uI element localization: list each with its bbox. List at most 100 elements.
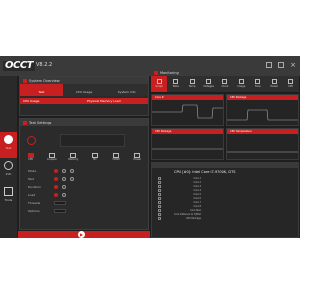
tab-label: Voltages [203,85,214,88]
app-logo: OCCT [3,60,35,71]
tab-table[interactable]: Table [167,76,183,92]
app-version: V8.2.2 [36,62,53,68]
thermometer-icon [189,79,195,84]
row-checkbox[interactable] [158,188,161,192]
metric-cpu-usage: CPU Usage [23,99,40,103]
row-label: Core 2 [193,180,201,184]
table-icon [173,79,179,84]
row-checkbox[interactable] [158,204,161,208]
graph-title: CPU Package [155,130,172,133]
flame-icon [4,135,13,144]
row-label: Core 3 [193,184,201,188]
tab-label: Power [270,85,279,88]
close-icon[interactable]: × [290,62,296,69]
row-checkbox[interactable] [158,176,161,180]
form-row: Duration [28,185,66,189]
sidebar-item-test[interactable]: Test [0,132,17,158]
clock-icon [222,79,228,84]
row-label: Core Max [190,208,201,212]
radio[interactable] [62,193,66,197]
form-label: Duration [28,185,42,189]
tab-power[interactable]: Power [266,76,282,92]
graph-title: CPU Temperature [230,130,252,133]
form-row: Options [28,209,66,213]
minimize-icon[interactable] [266,62,272,68]
test-preview[interactable] [60,134,125,147]
maximize-icon[interactable] [278,62,284,68]
panel-title: Monitoring [160,70,179,75]
tab-system-info[interactable]: System Info [105,84,149,96]
tool-3d[interactable]: 3D [89,153,101,161]
radio[interactable] [62,185,66,189]
radio[interactable] [62,169,66,173]
options-input[interactable] [54,209,66,213]
tab-label: CPU [288,85,294,88]
sensor-table: CPU [#0]: Intel Core i7-9700K, DTS Core … [151,162,299,238]
graph-1: Core # [151,94,224,126]
info-icon [4,161,13,170]
tool-vram[interactable]: VRAM [110,153,122,161]
tool-label: Linpack [47,158,57,161]
row-checkbox[interactable] [158,212,161,216]
flame-icon [27,136,36,145]
radio[interactable] [54,169,58,173]
row-checkbox[interactable] [158,180,161,184]
tool-label: CPU [28,158,34,161]
sidebar-item-info[interactable]: Info [0,158,17,184]
form-row: Threads [28,201,66,205]
graph-title: CPU Package [230,96,247,99]
row-checkbox[interactable] [158,184,161,188]
graph-plot [152,104,223,119]
start-test-button[interactable]: ▶ [18,231,150,238]
tool-label: Memory [68,158,79,161]
row-label: Core 4 [193,188,201,192]
tool-linpack[interactable]: Linpack [46,153,58,161]
radio[interactable] [54,185,58,189]
test-settings-panel: Test Settings CPU Linpack Memory 3D VRAM… [19,118,149,230]
monitor-tabs: Graph Table Temp Voltages Clock Usage Fa… [151,76,299,92]
radio[interactable] [70,177,74,181]
tool-label: Power [133,158,142,161]
row-checkbox[interactable] [158,216,161,220]
row-checkbox[interactable] [158,196,161,200]
metric-memory: Physical Memory Load [87,99,121,103]
radio[interactable] [70,169,74,173]
tab-label: Graph [155,85,164,88]
tool-power[interactable]: Power [131,153,143,161]
tab-graph[interactable]: Graph [151,76,168,92]
tab-cpu-usage[interactable]: CPU Usage [62,84,106,96]
form-label: Mode [28,169,37,173]
tool-cpu[interactable]: CPU [25,153,37,161]
tab-label: Temp [188,85,196,88]
sidebar-item-tools[interactable]: Tools [0,184,17,210]
row-checkbox[interactable] [158,208,161,212]
tab-clock[interactable]: Clock [217,76,233,92]
row-checkbox[interactable] [158,200,161,204]
threads-input[interactable] [54,201,66,205]
usage-icon [238,79,244,84]
tab-temp[interactable]: Temp [184,76,200,92]
occt-window: OCCT V8.2.2 × Test Info Tools System Ove… [0,56,300,238]
voltage-icon [206,79,212,84]
graph-plot [227,109,298,121]
radio[interactable] [54,177,58,181]
radio[interactable] [62,177,66,181]
tool-label: VRAM [112,158,120,161]
tool-label: 3D [92,158,97,161]
tab-usage[interactable]: Usage [233,76,249,92]
form-label: Load [28,193,36,197]
tab-test[interactable]: Test [20,84,63,96]
tab-label: Table [172,85,179,88]
tool-memory[interactable]: Memory [67,153,79,161]
tab-voltages[interactable]: Voltages [200,76,216,92]
form-row: Mode [28,169,74,173]
tab-cpu[interactable]: CPU [283,76,299,92]
form-label: Test [28,177,34,181]
row-label: Core 1 [193,176,201,180]
panel-title: System Overview [29,78,60,83]
row-checkbox[interactable] [158,192,161,196]
radio[interactable] [54,193,58,197]
tab-fans[interactable]: Fans [250,76,266,92]
cpu-icon [288,79,294,84]
device-row: CPU [#0]: Intel Core i7-9700K, DTS [174,170,236,174]
